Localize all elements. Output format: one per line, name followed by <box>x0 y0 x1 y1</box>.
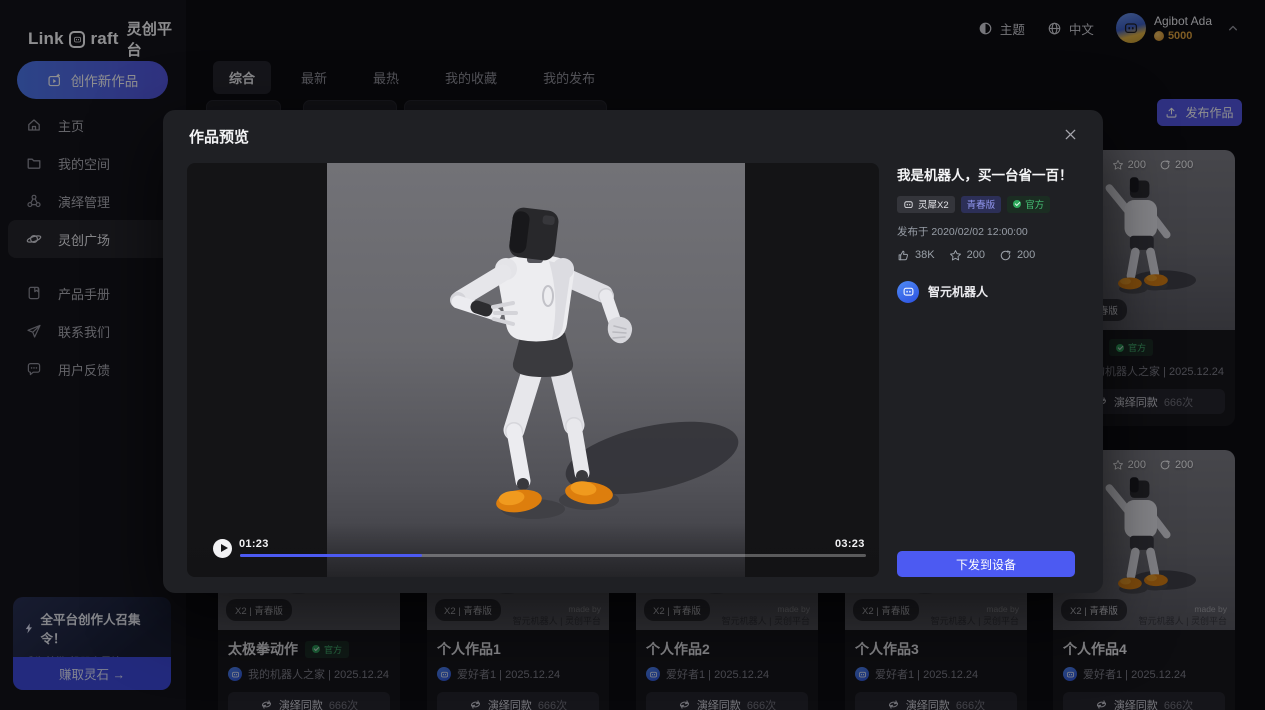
thumbs-up-icon <box>897 249 910 262</box>
work-tags: 灵犀X2 青春版 官方 <box>897 196 1075 213</box>
robot-video-still <box>327 163 745 577</box>
close-icon <box>1063 127 1078 142</box>
edition-tag: 青春版 <box>961 196 1002 213</box>
star-icon <box>949 249 962 262</box>
share-icon <box>999 249 1012 262</box>
work-preview-modal: 作品预览 <box>163 110 1103 593</box>
share-count[interactable]: 200 <box>999 249 1035 262</box>
author-name: 智元机器人 <box>928 283 988 300</box>
official-tag: 官方 <box>1007 196 1050 213</box>
like-count[interactable]: 38K <box>897 249 935 262</box>
author-avatar <box>897 281 919 303</box>
work-details-panel: 我是机器人，买一台省一百！ 灵犀X2 青春版 官方 发布于 2020/02/02… <box>897 167 1075 303</box>
work-title: 我是机器人，买一台省一百！ <box>897 167 1075 185</box>
progress-fill <box>240 554 422 557</box>
close-button[interactable] <box>1061 125 1079 143</box>
star-count[interactable]: 200 <box>949 249 985 262</box>
total-time: 03:23 <box>835 538 865 550</box>
publish-date: 发布于 2020/02/02 12:00:00 <box>897 224 1075 239</box>
robot-face-icon <box>902 285 915 298</box>
modal-title: 作品预览 <box>189 126 249 147</box>
app-root: Linkraft 灵创平台 创作新作品 主页 我的空间 演绎管理 灵创广场 <box>0 0 1265 710</box>
work-author[interactable]: 智元机器人 <box>897 281 1075 303</box>
video-player: 01:23 03:23 <box>187 163 879 577</box>
deploy-to-device-button[interactable]: 下发到设备 <box>897 551 1075 577</box>
current-time: 01:23 <box>239 538 269 550</box>
work-stats: 38K 200 200 <box>897 249 1075 262</box>
play-button[interactable] <box>213 539 232 558</box>
robot-face-icon <box>903 199 914 210</box>
official-check-icon <box>1013 200 1021 208</box>
video-frame[interactable] <box>327 163 745 577</box>
progress-bar[interactable] <box>240 554 866 557</box>
player-controls-gradient <box>187 523 879 577</box>
model-tag: 灵犀X2 <box>897 196 955 213</box>
